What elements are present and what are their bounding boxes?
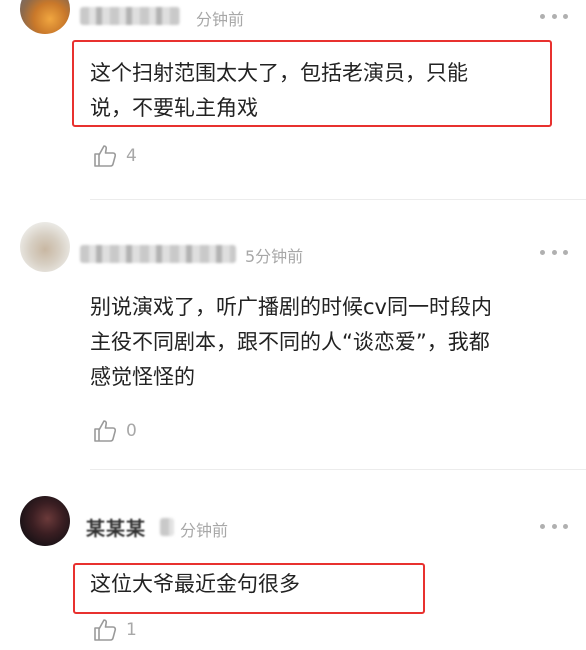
- thumbs-up-icon: [94, 145, 117, 167]
- more-dots-icon[interactable]: [540, 11, 568, 21]
- comment-line: 说，不要轧主角戏: [90, 96, 258, 120]
- username-blurred[interactable]: [80, 7, 180, 25]
- like-button[interactable]: 0: [92, 418, 137, 444]
- more-dots-icon[interactable]: [540, 521, 568, 531]
- like-button[interactable]: 4: [92, 143, 137, 169]
- avatar[interactable]: [20, 222, 70, 272]
- comment-item: 分钟前 这个扫射范围太大了，包括老演员，只能 说，不要轧主角戏 4: [0, 0, 586, 200]
- thumbs-up-icon: [94, 619, 117, 641]
- comment-time: 分钟前: [180, 521, 229, 540]
- thumbs-up-icon: [94, 420, 117, 442]
- comment-line: 别说演戏了，听广播剧的时候cv同一时段内: [90, 295, 492, 319]
- comment-time: 5分钟前: [245, 247, 304, 266]
- comment-time: 分钟前: [196, 10, 245, 29]
- avatar[interactable]: [20, 496, 70, 546]
- username-blurred[interactable]: [160, 518, 174, 536]
- comment-line: 这个扫射范围太大了，包括老演员，只能: [90, 61, 468, 85]
- username[interactable]: 某某某: [86, 514, 146, 541]
- comment-line: 感觉怪怪的: [90, 365, 195, 389]
- comment-text: 这个扫射范围太大了，包括老演员，只能 说，不要轧主角戏: [90, 56, 468, 126]
- username-blurred[interactable]: [80, 245, 236, 263]
- like-count: 1: [126, 620, 137, 640]
- like-count: 0: [126, 421, 137, 441]
- comment-text: 别说演戏了，听广播剧的时候cv同一时段内 主役不同剧本，跟不同的人“谈恋爱”，我…: [90, 290, 492, 395]
- comment-line: 主役不同剧本，跟不同的人“谈恋爱”，我都: [90, 330, 490, 354]
- avatar[interactable]: [20, 0, 70, 34]
- like-count: 4: [126, 146, 137, 166]
- comment-line: 这位大爷最近金句很多: [90, 572, 300, 596]
- more-dots-icon[interactable]: [540, 247, 568, 257]
- comment-item: 5分钟前 别说演戏了，听广播剧的时候cv同一时段内 主役不同剧本，跟不同的人“谈…: [0, 200, 586, 470]
- comment-text: 这位大爷最近金句很多: [90, 567, 300, 602]
- like-button[interactable]: 1: [92, 617, 137, 643]
- comment-item: 某某某 分钟前 这位大爷最近金句很多 1: [0, 470, 586, 650]
